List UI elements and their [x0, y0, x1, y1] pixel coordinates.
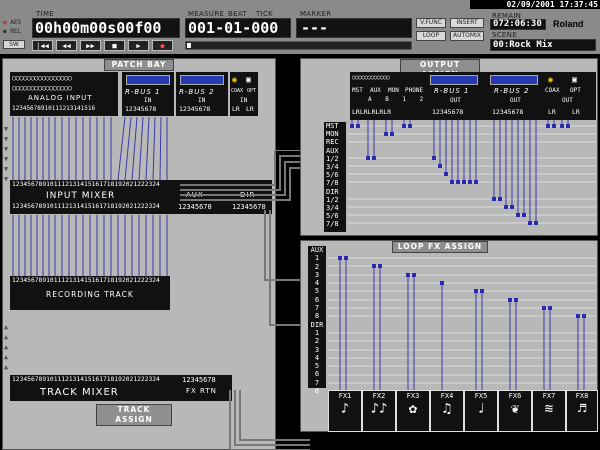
- vfunc-button[interactable]: V.FUNC: [416, 18, 446, 28]
- fx8-icon: ♬: [577, 401, 587, 417]
- out-rbus1-numbers: 12345678: [432, 108, 464, 116]
- output-label-mon: MON: [388, 87, 399, 94]
- track-assign-title[interactable]: TRACK ASSIGN: [96, 404, 172, 426]
- fx3-box[interactable]: FX3 ✿: [396, 390, 430, 432]
- scene-display[interactable]: 00:Rock Mix: [490, 39, 596, 51]
- input-mixer-numbers: 123456789101112131415161718192021222324: [12, 181, 160, 188]
- fx1-box[interactable]: FX1 ♪: [328, 390, 362, 432]
- fx2-icon: ♪♪: [370, 401, 388, 417]
- fx6-icon: ❦: [510, 401, 520, 417]
- input-mixer-out-numbers: 123456789101112131415161718192021222324: [12, 203, 160, 210]
- recording-track-block[interactable]: 123456789101112131415161718192021222324 …: [10, 276, 170, 310]
- fx5-icon: ♩: [476, 401, 486, 417]
- out-coax-jack-icon: ◉: [548, 75, 553, 84]
- fx6-box[interactable]: FX6 ❦: [498, 390, 532, 432]
- fx8-label: FX8: [575, 392, 589, 400]
- out-rbus2-out-label: OUT: [510, 97, 521, 104]
- out-rbus2-label: R-BUS 2: [494, 87, 530, 95]
- marker-label: MARKER: [300, 10, 332, 18]
- output-label-mst: MST: [352, 87, 363, 94]
- fx5-label: FX5: [474, 392, 488, 400]
- fx8-box[interactable]: FX8 ♬: [566, 390, 598, 432]
- track-mixer-label: TRACK MIXER: [40, 387, 119, 398]
- fx7-box[interactable]: FX7 ≋: [532, 390, 566, 432]
- fx2-box[interactable]: FX2 ♪♪: [362, 390, 396, 432]
- loop-button[interactable]: LOOP: [416, 31, 446, 41]
- insert-button[interactable]: INSERT: [450, 18, 484, 28]
- output-analog-jacks: ○○○○○○○○○○○○: [352, 74, 390, 81]
- recording-track-numbers: 123456789101112131415161718192021222324: [12, 277, 160, 284]
- out-opt-lr: LR: [572, 108, 580, 116]
- fx3-label: FX3: [406, 392, 420, 400]
- fx1-icon: ♪: [340, 401, 350, 417]
- fx5-box[interactable]: FX5 ♩: [464, 390, 498, 432]
- automix-button[interactable]: AUTOMIX: [450, 31, 484, 41]
- out-opt-jack-icon: ▣: [572, 75, 577, 84]
- out-digital-out-label: OUT: [562, 97, 573, 104]
- output-assign-matrix[interactable]: [300, 120, 598, 236]
- roland-logo: Roland: [553, 19, 584, 29]
- output-analog-lr: LRLRLRLRLR: [352, 108, 392, 116]
- out-opt-label: OPT: [570, 87, 581, 94]
- recording-track-label: RECORDING TRACK: [46, 290, 134, 299]
- out-rbus1-out-label: OUT: [450, 97, 461, 104]
- scene-label: SCENE: [492, 31, 517, 39]
- loop-fx-matrix[interactable]: [300, 246, 598, 396]
- out-rbus2-numbers: 12345678: [492, 108, 524, 116]
- track-mixer-numbers: 123456789101112131415161718192021222324: [12, 376, 160, 383]
- input-mixer-label: INPUT MIXER: [46, 191, 116, 201]
- out-rbus1-connector-icon: [430, 75, 478, 85]
- fx4-icon: ♫: [442, 401, 452, 417]
- routing-cables: [180, 150, 310, 450]
- fx3-icon: ✿: [408, 401, 418, 417]
- fx4-box[interactable]: FX4 ♫: [430, 390, 464, 432]
- out-rbus2-connector-icon: [490, 75, 538, 85]
- out-rbus1-label: R-BUS 1: [434, 87, 470, 95]
- fx4-label: FX4: [440, 392, 454, 400]
- fx2-label: FX2: [372, 392, 386, 400]
- date-time-readout: 02/09/2001 17:37:45: [470, 0, 600, 9]
- output-label-aux: AUX: [370, 87, 381, 94]
- fx6-label: FX6: [508, 392, 522, 400]
- marker-display: ---: [296, 18, 412, 38]
- output-label-phone: PHONE: [405, 87, 424, 94]
- fx7-icon: ≋: [544, 401, 554, 417]
- fx1-label: FX1: [338, 392, 352, 400]
- output-connectors-block: ○○○○○○○○○○○○ MST AUX MON PHONE A B 1 2 L…: [350, 72, 596, 120]
- out-coax-lr: LR: [548, 108, 556, 116]
- out-coax-label: COAX: [545, 87, 560, 94]
- remain-display: 072:06:30: [490, 19, 546, 30]
- output-sub-labels: A B 1 2: [368, 96, 429, 103]
- fx7-label: FX7: [542, 392, 556, 400]
